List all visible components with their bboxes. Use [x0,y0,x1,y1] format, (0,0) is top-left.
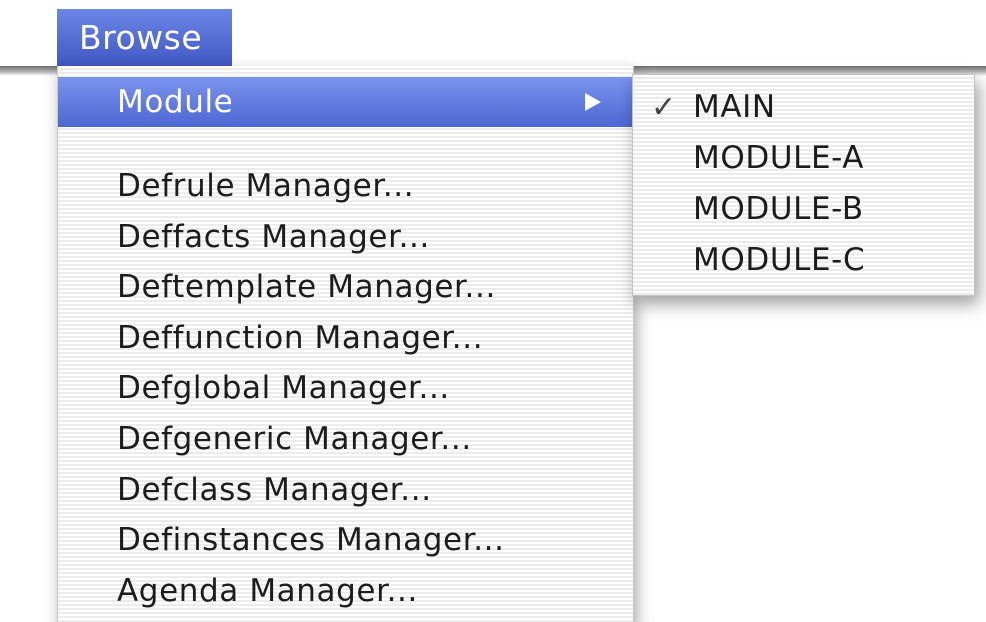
menu-item-defglobal-manager[interactable]: Defglobal Manager... [58,363,633,413]
submenu-item-label: MAIN [693,89,776,125]
submenu-item-module-a[interactable]: MODULE-A [633,133,974,184]
submenu-item-module-c[interactable]: MODULE-C [633,235,974,286]
submenu-item-module-b[interactable]: MODULE-B [633,184,974,235]
browse-menu: Module Defrule Manager... Deffacts Manag… [57,66,634,622]
menu-item-label: Defglobal Manager... [117,370,450,406]
module-submenu: ✓ MAIN MODULE-A MODULE-B MODULE-C [632,74,975,296]
menu-item-label: Definstances Manager... [117,522,505,558]
menu-item-label: Deffunction Manager... [117,320,484,356]
submenu-item-main[interactable]: ✓ MAIN [633,82,974,133]
submenu-arrow-icon [585,93,601,111]
menu-item-agenda-manager[interactable]: Agenda Manager... [58,566,633,616]
menu-item-module[interactable]: Module [58,77,633,127]
menu-item-label: Deffacts Manager... [117,219,430,255]
menu-item-label: Defgeneric Manager... [117,421,472,457]
checkmark-icon: ✓ [651,90,677,125]
menu-item-definstances-manager[interactable]: Definstances Manager... [58,515,633,565]
menu-item-defgeneric-manager[interactable]: Defgeneric Manager... [58,414,633,464]
browse-menu-title[interactable]: Browse [57,9,232,66]
menu-item-label: Agenda Manager... [117,573,418,609]
menu-item-label: Defclass Manager... [117,472,432,508]
menu-item-deffunction-manager[interactable]: Deffunction Manager... [58,313,633,363]
menu-item-deftemplate-manager[interactable]: Deftemplate Manager... [58,262,633,312]
menu-item-defrule-manager[interactable]: Defrule Manager... [58,161,633,211]
menu-item-module-label: Module [117,84,234,120]
menu-item-defclass-manager[interactable]: Defclass Manager... [58,465,633,515]
submenu-item-label: MODULE-B [693,191,864,227]
submenu-item-label: MODULE-C [693,242,866,278]
menu-item-deffacts-manager[interactable]: Deffacts Manager... [58,212,633,262]
screen: Browse Module Defrule Manager... Deffact… [0,0,986,622]
submenu-item-label: MODULE-A [693,140,865,176]
menu-item-label: Defrule Manager... [117,168,415,204]
menu-item-label: Deftemplate Manager... [117,269,496,305]
